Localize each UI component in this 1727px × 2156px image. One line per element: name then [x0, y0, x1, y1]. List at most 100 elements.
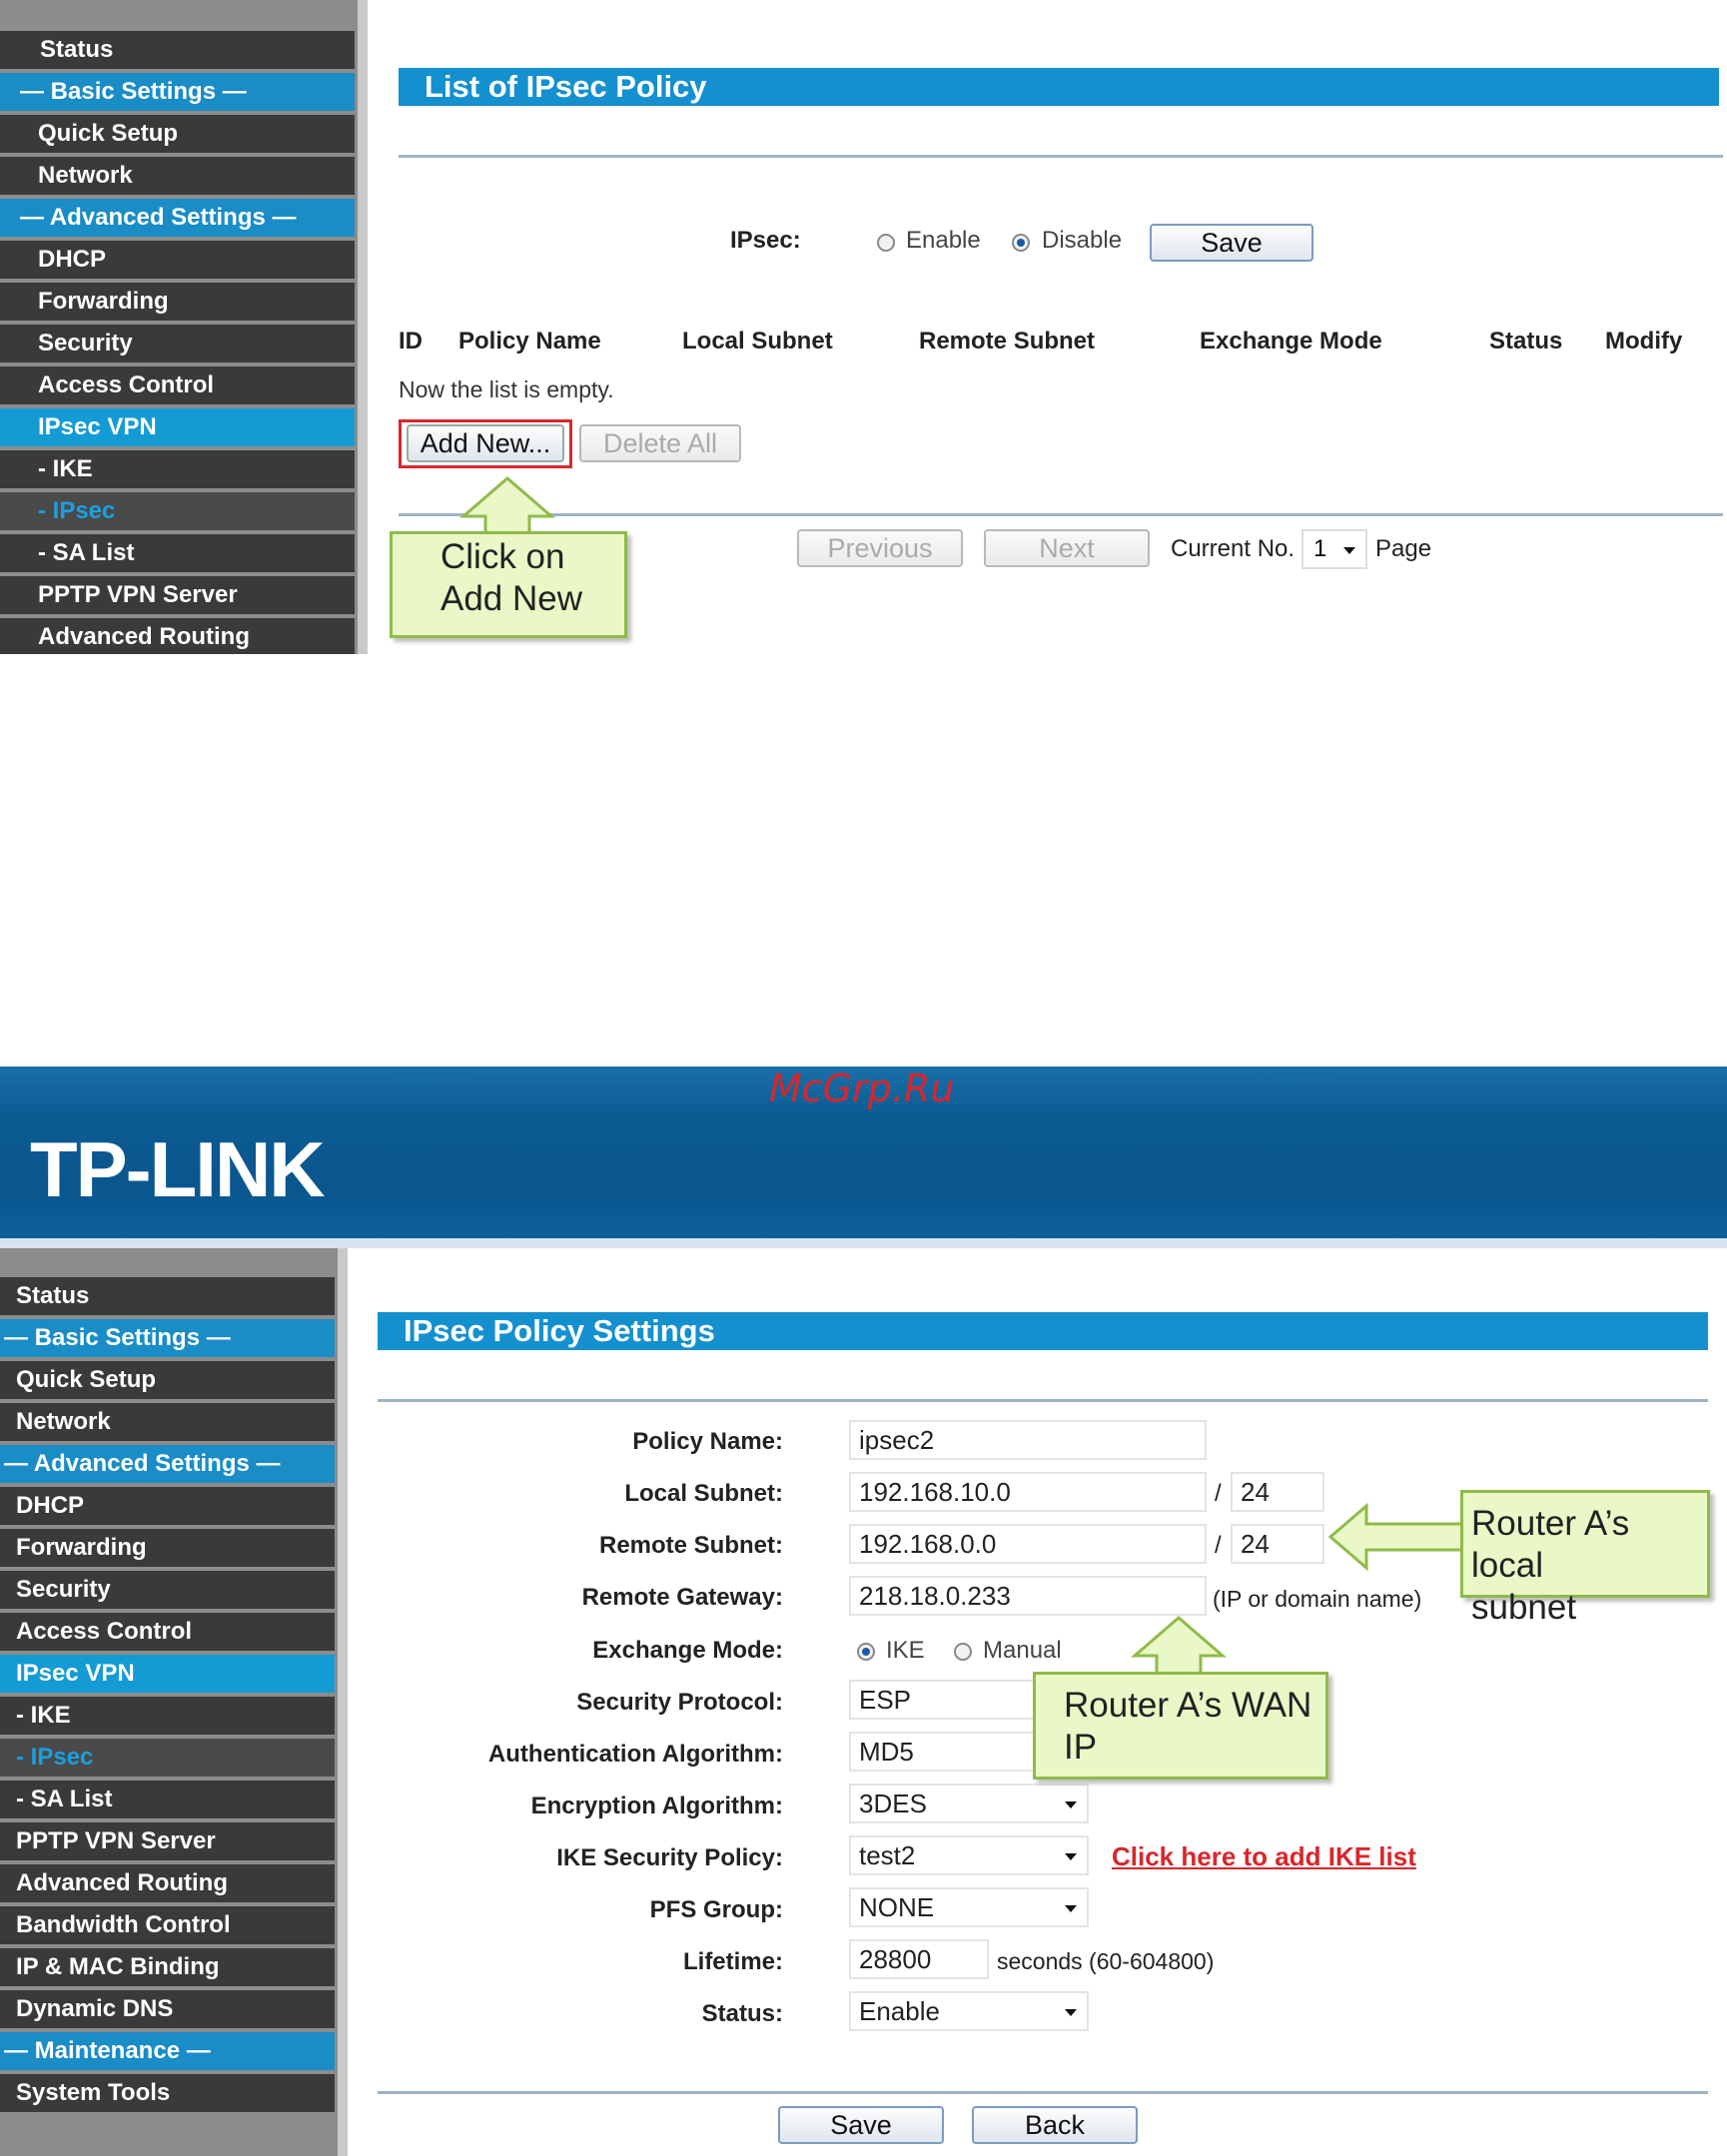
sidebar-item-pptp-vpn-server[interactable]: PPTP VPN Server [0, 1822, 335, 1860]
sidebar-item-ip-mac-binding[interactable]: IP & MAC Binding [0, 1948, 335, 1986]
sidebar-item-ipsec-vpn[interactable]: IPsec VPN [0, 1655, 335, 1693]
status-select[interactable]: Enable [849, 1991, 1089, 2031]
callout-arrow-up [459, 476, 555, 536]
remote-gateway-hint: (IP or domain name) [1213, 1586, 1422, 1612]
lifetime-hint: seconds (60-604800) [997, 1948, 1215, 1974]
remote-subnet-input[interactable]: 192.168.0.0 [849, 1524, 1207, 1564]
sidebar-section-basic-settings[interactable]: — Basic Settings — [0, 1319, 335, 1357]
remote-mask-input[interactable]: 24 [1231, 1524, 1324, 1564]
next-button[interactable]: Next [984, 529, 1150, 567]
chevron-down-icon [1065, 1905, 1077, 1912]
callout-arrow-left [1327, 1502, 1464, 1572]
column-header-local-subnet: Local Subnet [682, 328, 833, 355]
banner-strip [0, 1238, 1727, 1248]
sidebar-item-ike[interactable]: - IKE [0, 450, 355, 488]
policy-name-input[interactable]: ipsec2 [849, 1420, 1207, 1460]
divider-bottom [378, 2091, 1708, 2094]
sidebar-item-access-control[interactable]: Access Control [0, 1613, 335, 1651]
sidebar-section-advanced-settings[interactable]: — Advanced Settings — [0, 1445, 335, 1483]
exchange-mode-ike-label: IKE [886, 1637, 925, 1664]
column-header-id: ID [399, 328, 423, 355]
local-subnet-slash: / [1215, 1480, 1222, 1507]
callout-wan-line-1: Router A’s WAN [1064, 1686, 1312, 1725]
sidebar-item-advanced-routing[interactable]: Advanced Routing [0, 1864, 335, 1902]
column-header-remote-subnet: Remote Subnet [919, 328, 1096, 355]
sidebar-item-ipsec[interactable]: - IPsec [0, 1739, 335, 1777]
ipsec-disable-label: Disable [1042, 227, 1123, 254]
local-mask-input[interactable]: 24 [1231, 1472, 1324, 1512]
column-header-exchange-mode: Exchange Mode [1200, 328, 1382, 355]
ike-policy-value: test2 [859, 1840, 916, 1870]
ipsec-enable-radio[interactable] [877, 234, 895, 252]
lifetime-label: Lifetime: [682, 1948, 783, 1975]
watermark: McGrp.Ru [769, 1067, 955, 1110]
sidebar-item-forwarding[interactable]: Forwarding [0, 283, 355, 321]
router-a-wan-ip-callout: Router A’s WAN IP [1033, 1672, 1328, 1780]
sidebar-item-quick-setup[interactable]: Quick Setup [0, 115, 355, 153]
sidebar-item-access-control[interactable]: Access Control [0, 366, 355, 404]
sidebar-item-forwarding[interactable]: Forwarding [0, 1529, 335, 1567]
chevron-down-icon [1343, 547, 1355, 554]
pfs-group-label: PFS Group: [649, 1896, 783, 1923]
exchange-mode-manual-radio[interactable] [954, 1643, 972, 1661]
security-protocol-label: Security Protocol: [576, 1689, 783, 1716]
current-no-label: Current No. [1171, 535, 1295, 562]
sidebar-section-basic-settings[interactable]: — Basic Settings — [0, 73, 355, 111]
sidebar-item-ike[interactable]: - IKE [0, 1697, 335, 1735]
sidebar-item-pptp-vpn-server[interactable]: PPTP VPN Server [0, 576, 355, 614]
remote-gateway-label: Remote Gateway: [581, 1584, 783, 1611]
add-new-highlight [399, 419, 572, 468]
remote-subnet-label: Remote Subnet: [598, 1532, 783, 1559]
chevron-down-icon [1065, 1853, 1077, 1860]
ike-policy-select[interactable]: test2 [849, 1835, 1089, 1875]
sidebar-section-maintenance[interactable]: — Maintenance — [0, 2032, 335, 2070]
sidebar-item-dhcp[interactable]: DHCP [0, 1487, 335, 1525]
callout-arrow-up [1131, 1616, 1227, 1678]
page-title: IPsec Policy Settings [378, 1312, 1708, 1350]
sidebar-item-network[interactable]: Network [0, 157, 355, 195]
lifetime-input[interactable]: 28800 [849, 1939, 989, 1979]
divider-bottom [399, 513, 1723, 516]
sidebar-item-advanced-routing[interactable]: Advanced Routing [0, 618, 355, 654]
save-button[interactable]: Save [778, 2106, 944, 2144]
page-title: List of IPsec Policy [399, 68, 1719, 106]
sidebar-item-ipsec[interactable]: - IPsec [0, 492, 355, 530]
sidebar-item-security[interactable]: Security [0, 325, 355, 362]
divider [399, 155, 1723, 158]
exchange-mode-ike-radio[interactable] [857, 1643, 875, 1661]
ipsec-policy-list-panel: Status — Basic Settings — Quick Setup Ne… [0, 0, 1727, 654]
sidebar-item-status[interactable]: Status [0, 1277, 335, 1315]
sidebar-item-network[interactable]: Network [0, 1403, 335, 1441]
sidebar-item-sa-list[interactable]: - SA List [0, 534, 355, 572]
sidebar-item-bandwidth-control[interactable]: Bandwidth Control [0, 1906, 335, 1944]
sidebar-item-status[interactable]: Status [0, 31, 355, 69]
empty-list-message: Now the list is empty. [399, 376, 614, 402]
router-a-local-subnet-callout: Router A’s local subnet [1460, 1490, 1710, 1627]
sidebar-item-system-tools[interactable]: System Tools [0, 2074, 335, 2112]
local-subnet-label: Local Subnet: [624, 1480, 783, 1507]
ipsec-disable-radio[interactable] [1012, 234, 1030, 252]
sidebar-item-quick-setup[interactable]: Quick Setup [0, 1361, 335, 1399]
back-button[interactable]: Back [972, 2106, 1138, 2144]
remote-gateway-input[interactable]: 218.18.0.233 [849, 1576, 1207, 1616]
sidebar-section-advanced-settings[interactable]: — Advanced Settings — [0, 199, 355, 237]
sidebar-item-dhcp[interactable]: DHCP [0, 241, 355, 279]
local-subnet-input[interactable]: 192.168.10.0 [849, 1472, 1207, 1512]
sidebar-item-dynamic-dns[interactable]: Dynamic DNS [0, 1990, 335, 2028]
sidebar-edge [358, 0, 368, 654]
auth-algorithm-label: Authentication Algorithm: [487, 1741, 783, 1768]
previous-button[interactable]: Previous [797, 529, 963, 567]
sidebar-item-ipsec-vpn[interactable]: IPsec VPN [0, 408, 355, 446]
sidebar-item-security[interactable]: Security [0, 1571, 335, 1609]
page-select[interactable]: 1 [1301, 529, 1367, 569]
security-protocol-value: ESP [859, 1685, 912, 1715]
ipsec-save-button[interactable]: Save [1150, 224, 1313, 262]
delete-all-button[interactable]: Delete All [579, 424, 741, 462]
divider [378, 1399, 1708, 1402]
pfs-group-select[interactable]: NONE [849, 1887, 1089, 1927]
sidebar-item-sa-list[interactable]: - SA List [0, 1781, 335, 1818]
ike-policy-label: IKE Security Policy: [556, 1844, 783, 1871]
add-ike-list-link[interactable]: Click here to add IKE list [1112, 1841, 1416, 1872]
encryption-algorithm-select[interactable]: 3DES [849, 1784, 1089, 1823]
callout-local-line-2: subnet [1471, 1588, 1577, 1627]
